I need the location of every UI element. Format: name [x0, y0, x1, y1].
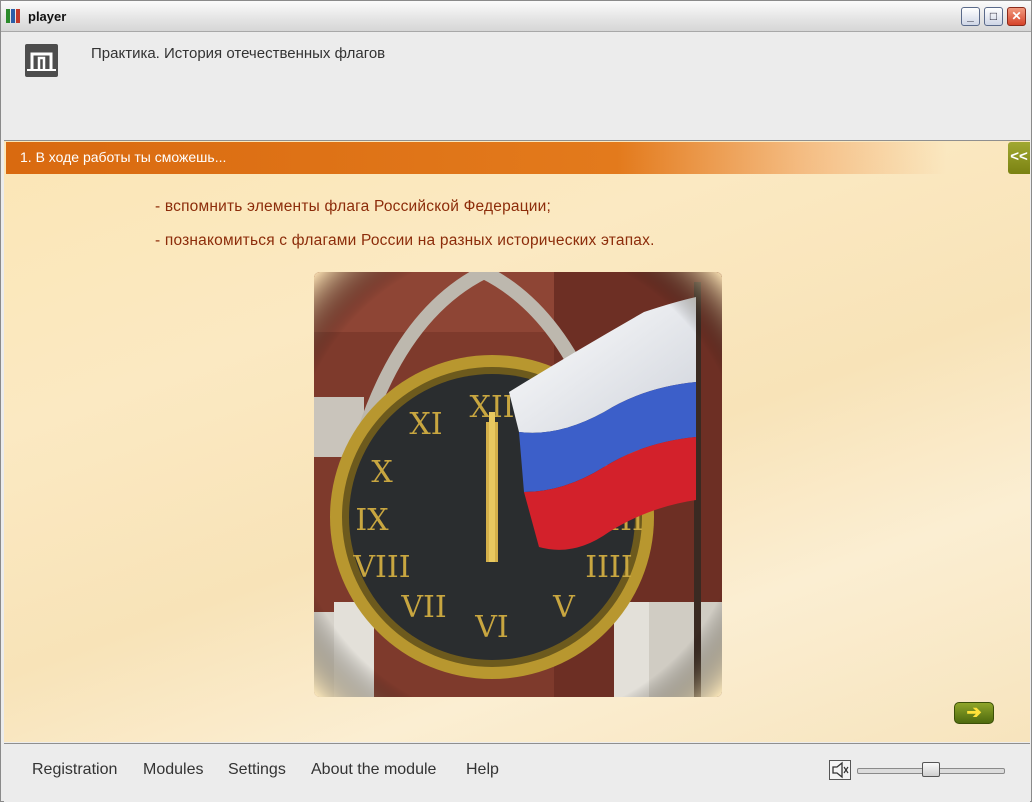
menu-settings[interactable]: Settings — [228, 761, 286, 779]
menu-help[interactable]: Help — [466, 761, 499, 779]
menu-registration[interactable]: Registration — [32, 761, 117, 779]
module-logo-icon — [25, 44, 58, 77]
minimize-button[interactable]: _ — [961, 7, 980, 26]
volume-slider-thumb[interactable] — [922, 762, 940, 777]
section-title: 1. В ходе работы ты сможешь... — [20, 149, 227, 165]
window-title: player — [28, 9, 67, 24]
maximize-button[interactable]: □ — [984, 7, 1003, 26]
slide-content: 1. В ходе работы ты сможешь... << - вспо… — [4, 141, 1030, 742]
objective-item: - вспомнить элементы флага Российской Фе… — [155, 198, 552, 215]
lesson-title: Практика. История отечественных флагов — [91, 45, 386, 62]
speaker-mute-icon[interactable] — [829, 760, 851, 780]
footer-menu: Registration Modules Settings About the … — [4, 743, 1030, 802]
volume-slider[interactable] — [857, 762, 1005, 777]
title-bar: player _ □ ✕ — [1, 1, 1031, 32]
kremlin-clock-flag-image: XII I II III IIII V VI VII VIII IX X XI — [314, 272, 722, 697]
player-app-icon — [6, 9, 22, 23]
close-button[interactable]: ✕ — [1007, 7, 1026, 26]
menu-about-module[interactable]: About the module — [311, 761, 436, 779]
section-header: 1. В ходе работы ты сможешь... — [6, 142, 946, 174]
app-window: player _ □ ✕ Практика. История отечестве… — [0, 0, 1032, 802]
objective-item: - познакомиться с флагами России на разн… — [155, 232, 655, 249]
menu-modules[interactable]: Modules — [143, 761, 203, 779]
lesson-header: Практика. История отечественных флагов — [4, 32, 1030, 141]
next-arrow-button[interactable]: ➔ — [954, 702, 994, 724]
collapse-panel-button[interactable]: << — [1008, 142, 1030, 174]
